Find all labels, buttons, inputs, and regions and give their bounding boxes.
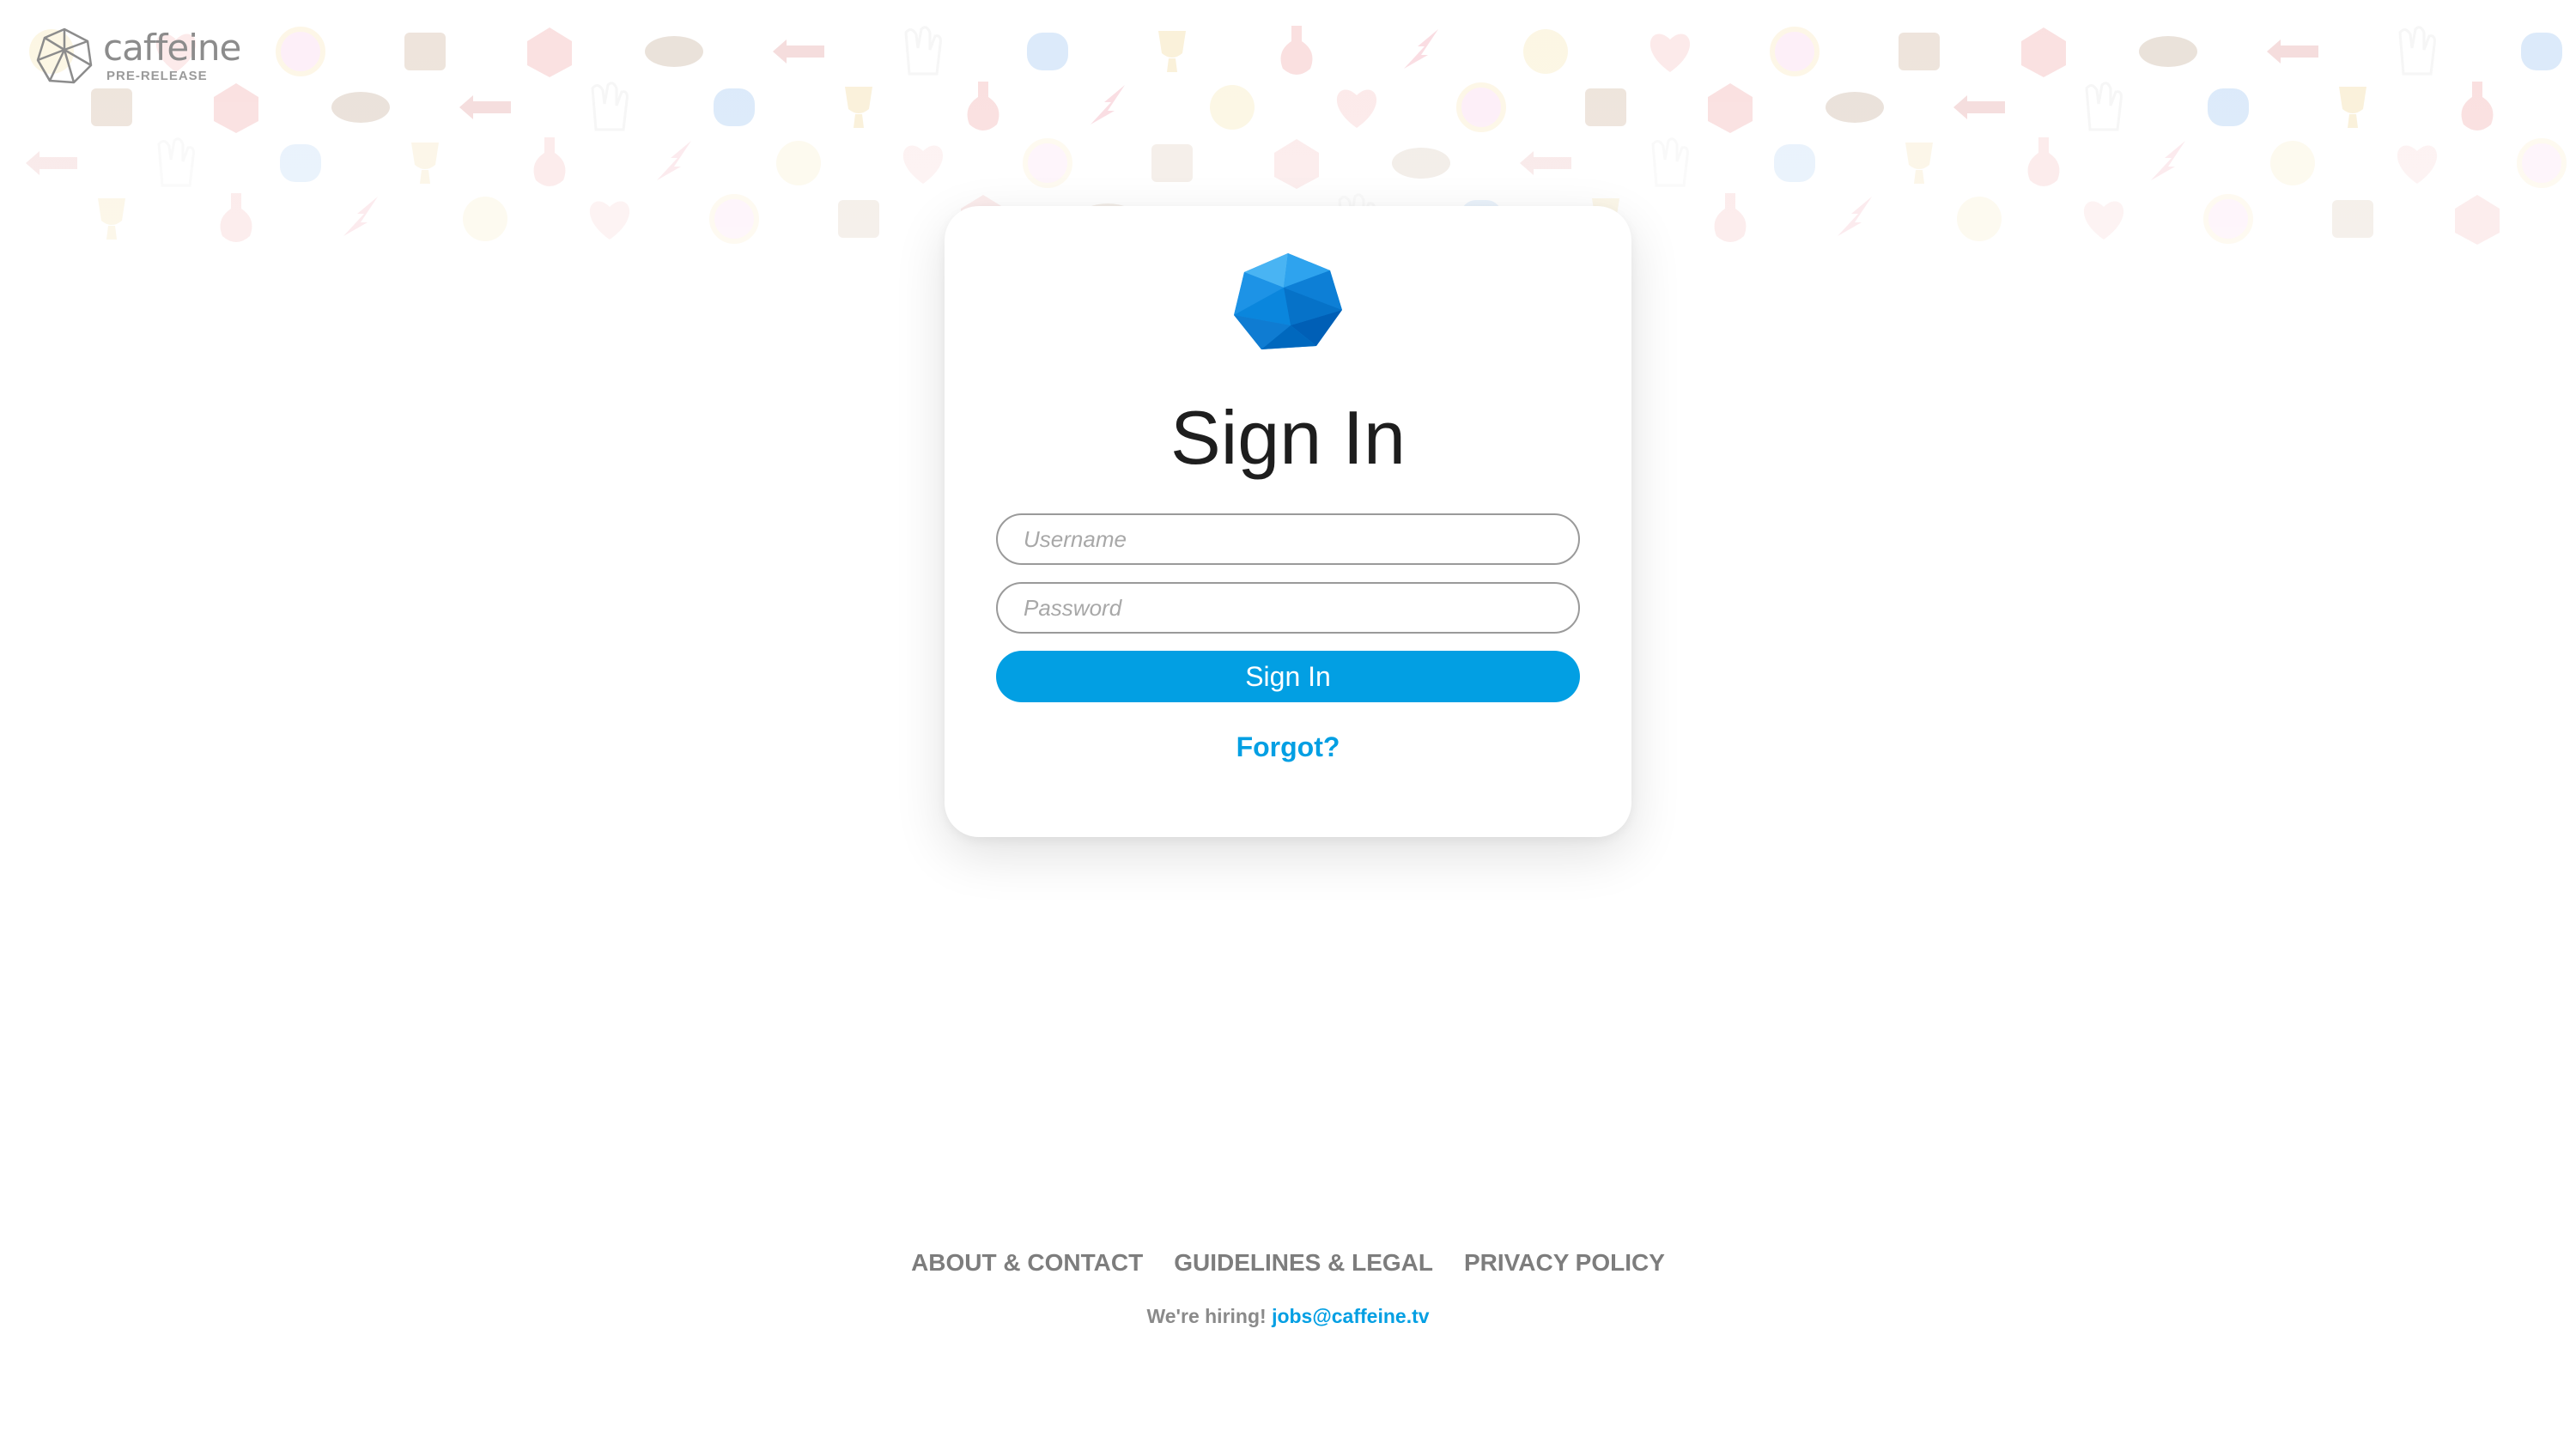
password-input[interactable]: [996, 582, 1580, 634]
caffeine-logo-icon: [36, 27, 93, 84]
footer-link-about[interactable]: ABOUT & CONTACT: [911, 1249, 1143, 1277]
brand-badge: PRE-RELEASE: [106, 68, 208, 83]
footer-link-guidelines[interactable]: GUIDELINES & LEGAL: [1174, 1249, 1433, 1277]
footer-links: ABOUT & CONTACT GUIDELINES & LEGAL PRIVA…: [0, 1249, 2576, 1277]
signin-card: Sign In Sign In Forgot?: [945, 206, 1631, 837]
footer-link-privacy[interactable]: PRIVACY POLICY: [1464, 1249, 1665, 1277]
hiring-email-link[interactable]: jobs@caffeine.tv: [1272, 1305, 1429, 1327]
brand-text: caffeine PRE-RELEASE: [103, 26, 241, 83]
forgot-password-link[interactable]: Forgot?: [945, 731, 1631, 763]
hiring-notice: We're hiring! jobs@caffeine.tv: [0, 1305, 2576, 1328]
signin-button[interactable]: Sign In: [996, 651, 1580, 702]
brand-name: caffeine: [103, 26, 241, 69]
username-input[interactable]: [996, 513, 1580, 565]
signin-page: caffeine PRE-RELEASE Sign In Sign In For…: [0, 0, 2576, 1432]
brand-logo[interactable]: caffeine PRE-RELEASE: [34, 26, 241, 86]
caffeine-gem-icon: [1234, 253, 1342, 349]
hiring-text: We're hiring!: [1146, 1305, 1267, 1327]
page-title: Sign In: [1170, 395, 1406, 480]
